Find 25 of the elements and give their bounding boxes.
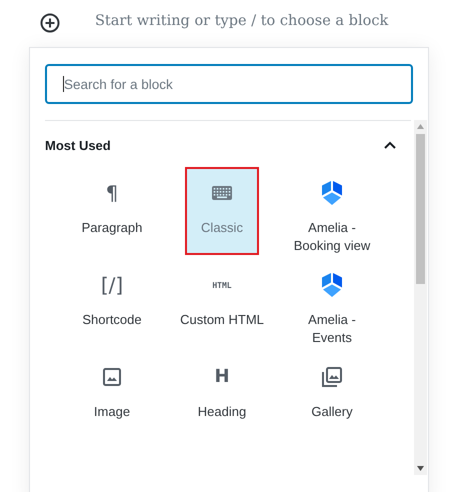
add-block-icon[interactable] — [40, 13, 60, 33]
block-icon: ¶ — [106, 181, 118, 205]
block-item[interactable]: Image — [58, 353, 166, 437]
block-item[interactable]: Amelia - Booking view — [278, 169, 386, 253]
block-item[interactable]: Classic — [187, 169, 257, 253]
scroll-down-icon[interactable] — [417, 466, 424, 471]
block-icon: HTML — [212, 280, 232, 290]
section-title: Most Used — [45, 138, 111, 152]
block-item[interactable]: HTML Custom HTML — [168, 261, 276, 345]
hexagon-logo-icon — [319, 272, 345, 298]
editor-field[interactable]: Start writing or type / to choose a block — [95, 13, 388, 29]
hexagon-logo-icon — [319, 180, 345, 206]
search-field[interactable]: Search for a block — [45, 64, 413, 104]
keyboard-icon — [212, 186, 232, 200]
search-placeholder: Search for a block — [64, 76, 173, 92]
block-item[interactable]: ¶ Paragraph — [58, 169, 166, 253]
block-item[interactable]: [/] Shortcode — [58, 261, 166, 345]
block-item[interactable]: Gallery — [278, 353, 386, 437]
block-item[interactable]: Amelia - Events — [278, 261, 386, 345]
block-icon: H — [214, 365, 230, 389]
scrollbar[interactable] — [414, 120, 427, 475]
block-item[interactable]: H Heading — [168, 353, 276, 437]
gallery-icon — [322, 367, 342, 387]
block-icon: [/] — [100, 273, 124, 297]
image-icon — [103, 368, 121, 386]
